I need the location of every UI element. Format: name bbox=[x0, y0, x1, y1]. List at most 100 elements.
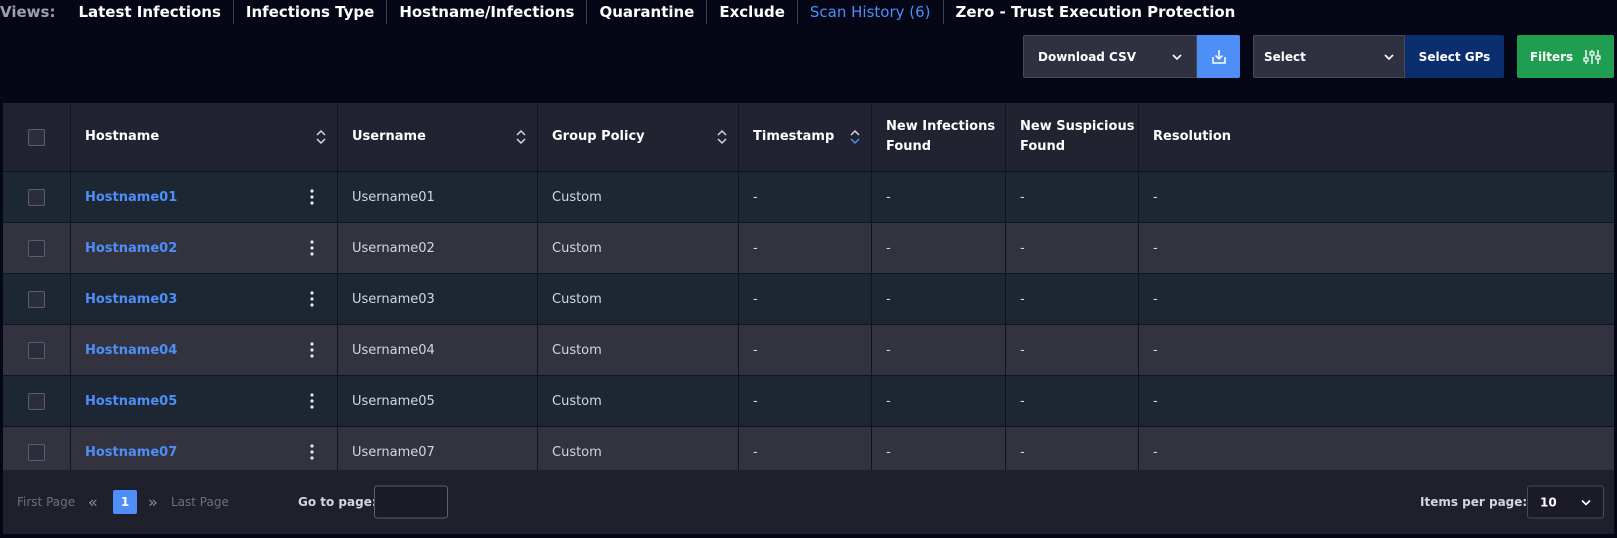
goto-page-input[interactable] bbox=[374, 485, 448, 519]
header-timestamp[interactable]: Timestamp bbox=[739, 103, 872, 171]
group-policy-select[interactable]: Select bbox=[1253, 35, 1405, 78]
last-page-link[interactable]: Last Page bbox=[171, 495, 229, 509]
timestamp-cell: - bbox=[739, 274, 872, 324]
goto-page-label: Go to page: bbox=[298, 495, 377, 509]
resolution-cell: - bbox=[1153, 189, 1158, 205]
group-policy-cell: Custom bbox=[538, 325, 739, 375]
more-vertical-icon[interactable] bbox=[310, 290, 314, 308]
page-button-current[interactable]: 1 bbox=[113, 490, 137, 514]
more-vertical-icon[interactable] bbox=[310, 392, 314, 410]
header-label: Group Policy bbox=[552, 129, 645, 144]
group-policy-cell: Custom bbox=[538, 274, 739, 324]
header-select-cell bbox=[3, 103, 71, 171]
download-button[interactable] bbox=[1197, 35, 1240, 78]
first-page-link[interactable]: First Page bbox=[17, 495, 75, 509]
hostname-link[interactable]: Hostname03 bbox=[85, 292, 177, 307]
tab-infections-type[interactable]: Infections Type bbox=[234, 0, 388, 24]
table-row: Hostname03 Username03 Custom - - - - bbox=[3, 274, 1614, 325]
items-per-page-label: Items per page: bbox=[1420, 495, 1528, 509]
sort-icon[interactable] bbox=[515, 128, 527, 146]
header-label: New Infections Found bbox=[886, 119, 996, 154]
table-row: Hostname04 Username04 Custom - - - - bbox=[3, 325, 1614, 376]
sort-icon[interactable] bbox=[315, 128, 327, 146]
row-select-cell bbox=[3, 274, 71, 324]
new-suspicious-cell: - bbox=[1006, 376, 1139, 426]
row-select-cell bbox=[3, 223, 71, 273]
timestamp-cell: - bbox=[739, 172, 872, 222]
new-infections-cell: - bbox=[872, 223, 1006, 273]
filters-label: Filters bbox=[1529, 49, 1574, 64]
timestamp-cell: - bbox=[739, 376, 872, 426]
row-checkbox[interactable] bbox=[28, 239, 45, 257]
more-vertical-icon[interactable] bbox=[310, 443, 314, 461]
download-format-value: Download CSV bbox=[1038, 49, 1137, 64]
username-cell: Username02 bbox=[338, 223, 538, 273]
hostname-cell: Hostname03 bbox=[71, 274, 338, 324]
new-infections-cell: - bbox=[872, 172, 1006, 222]
table-row: Hostname02 Username02 Custom - - - - bbox=[3, 223, 1614, 274]
table-header-row: Hostname Username Group Policy Timestamp… bbox=[3, 103, 1614, 172]
row-checkbox[interactable] bbox=[28, 188, 45, 206]
table-row: Hostname05 Username05 Custom - - - - bbox=[3, 376, 1614, 427]
more-vertical-icon[interactable] bbox=[310, 188, 314, 206]
pagination-bar: First Page « 1 » Last Page Go to page: I… bbox=[3, 470, 1614, 534]
more-vertical-icon[interactable] bbox=[310, 341, 314, 359]
row-checkbox[interactable] bbox=[28, 392, 45, 410]
header-hostname[interactable]: Hostname bbox=[71, 103, 338, 171]
row-checkbox[interactable] bbox=[28, 443, 45, 461]
hostname-link[interactable]: Hostname01 bbox=[85, 190, 177, 205]
row-select-cell bbox=[3, 325, 71, 375]
new-infections-cell: - bbox=[872, 376, 1006, 426]
header-label: New Suspicious Found bbox=[1020, 119, 1135, 154]
header-new-suspicious: New Suspicious Found bbox=[1006, 103, 1139, 171]
row-checkbox[interactable] bbox=[28, 341, 45, 359]
tab-zero-trust[interactable]: Zero - Trust Execution Protection bbox=[944, 0, 1248, 24]
resolution-cell: - bbox=[1153, 240, 1158, 256]
tab-scan-history[interactable]: Scan History (6) bbox=[798, 0, 944, 24]
chevron-down-icon bbox=[1172, 53, 1182, 60]
download-format-select[interactable]: Download CSV bbox=[1023, 35, 1197, 78]
header-label: Timestamp bbox=[753, 129, 835, 144]
header-label: Username bbox=[352, 129, 426, 144]
table-row: Hostname01 Username01 Custom - - - - bbox=[3, 172, 1614, 223]
hostname-cell: Hostname05 bbox=[71, 376, 338, 426]
sort-desc-icon[interactable] bbox=[849, 128, 861, 146]
chevrons-left-icon[interactable]: « bbox=[88, 493, 98, 512]
tab-quarantine[interactable]: Quarantine bbox=[587, 0, 708, 24]
more-vertical-icon[interactable] bbox=[310, 239, 314, 257]
row-select-cell bbox=[3, 172, 71, 222]
sort-icon[interactable] bbox=[716, 128, 728, 146]
items-per-page-select[interactable]: 10 bbox=[1527, 485, 1604, 519]
new-suspicious-cell: - bbox=[1006, 274, 1139, 324]
select-gps-button[interactable]: Select GPs bbox=[1405, 35, 1504, 78]
chevrons-right-icon[interactable]: » bbox=[148, 493, 158, 512]
tab-latest-infections[interactable]: Latest Infections bbox=[66, 0, 234, 24]
hostname-link[interactable]: Hostname05 bbox=[85, 394, 177, 409]
resolution-cell: - bbox=[1153, 291, 1158, 307]
row-select-cell bbox=[3, 376, 71, 426]
group-policy-cell: Custom bbox=[538, 376, 739, 426]
row-checkbox[interactable] bbox=[28, 290, 45, 308]
header-group-policy[interactable]: Group Policy bbox=[538, 103, 739, 171]
header-username[interactable]: Username bbox=[338, 103, 538, 171]
tab-hostname-infections[interactable]: Hostname/Infections bbox=[387, 0, 588, 24]
hostname-link[interactable]: Hostname02 bbox=[85, 241, 177, 256]
select-all-checkbox[interactable] bbox=[28, 128, 45, 146]
tab-exclude[interactable]: Exclude bbox=[707, 0, 798, 24]
new-suspicious-cell: - bbox=[1006, 325, 1139, 375]
header-label: Resolution bbox=[1153, 129, 1232, 144]
filters-button[interactable]: Filters bbox=[1517, 35, 1614, 78]
scan-history-table: Hostname Username Group Policy Timestamp… bbox=[3, 103, 1614, 478]
sliders-icon bbox=[1583, 49, 1601, 64]
resolution-cell: - bbox=[1153, 393, 1158, 409]
hostname-link[interactable]: Hostname04 bbox=[85, 343, 177, 358]
hostname-cell: Hostname01 bbox=[71, 172, 338, 222]
username-cell: Username03 bbox=[338, 274, 538, 324]
new-infections-cell: - bbox=[872, 274, 1006, 324]
new-infections-cell: - bbox=[872, 325, 1006, 375]
download-icon bbox=[1211, 49, 1226, 64]
items-per-page-value: 10 bbox=[1540, 495, 1557, 509]
hostname-cell: Hostname02 bbox=[71, 223, 338, 273]
hostname-link[interactable]: Hostname07 bbox=[85, 445, 177, 460]
views-label: Views: bbox=[0, 3, 56, 21]
